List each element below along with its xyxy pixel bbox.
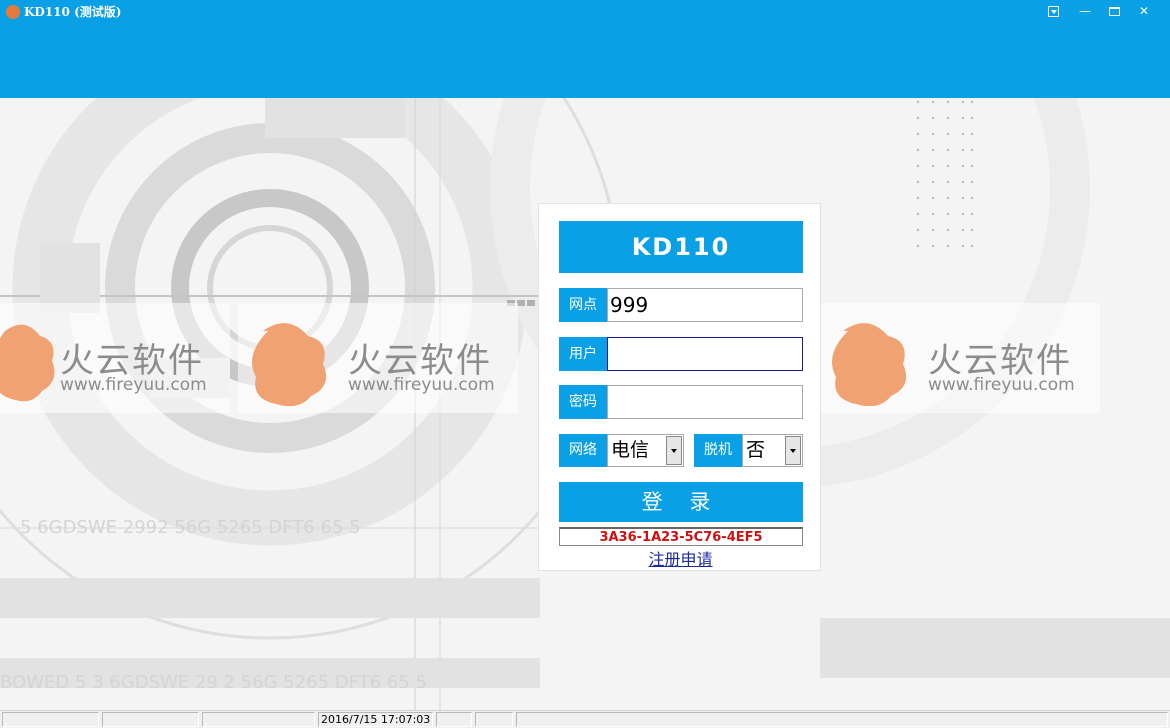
login-button[interactable]: 登 录 [559,482,803,522]
machine-code-field: 3A36-1A23-5C76-4EF5 [559,527,803,546]
watermark-url: www.fireyuu.com [348,375,495,395]
app-icon [6,5,20,19]
status-cell [102,712,199,727]
status-datetime: 2016/7/15 17:07:03 [318,712,433,727]
cloud-logo-icon [252,323,326,406]
user-input[interactable] [607,337,803,371]
minimize-button[interactable]: — [1072,2,1098,20]
system-menu-button[interactable] [1040,2,1066,20]
watermark-block: 火云软件 www.fireyuu.com [818,303,1100,413]
title-bar: KD110 (测试版) — ✕ [0,0,1170,24]
network-label: 网络 [559,434,607,467]
status-cell [516,712,1168,727]
status-cell [436,712,472,727]
network-select[interactable]: 电信 [607,434,684,467]
maximize-icon [1108,7,1120,16]
options-row: 网络 电信 脱机 否 [559,434,803,467]
chevron-down-icon[interactable] [785,436,801,465]
watermark-url: www.fireyuu.com [928,375,1075,395]
offline-label: 脱机 [694,434,742,467]
dropdown-menu-icon [1047,6,1059,17]
password-field-row: 密码 [559,385,803,419]
offline-select-value: 否 [746,439,766,461]
close-icon: ✕ [1138,4,1150,18]
minimize-icon: — [1079,4,1091,18]
window-title: KD110 (测试版) [24,5,122,19]
logo-banner: KD110 [559,221,803,273]
status-bar: 2016/7/15 17:07:03 [0,710,1170,728]
close-button[interactable]: ✕ [1131,2,1157,20]
status-cell [475,712,513,727]
status-cell [2,712,99,727]
user-field-row: 用户 [559,337,803,371]
watermark-url: www.fireyuu.com [60,375,207,395]
status-cell [202,712,315,727]
register-link[interactable]: 注册申请 [539,546,822,570]
dot-grid-decoration [916,100,974,248]
header-banner [0,24,1170,98]
background-deco-text: 5 6GDSWE 2992 56G 5265 DFT6 65 5 [20,517,361,538]
user-label: 用户 [559,337,607,371]
network-select-value: 电信 [611,439,650,461]
cloud-logo-icon [832,323,906,406]
background-deco-text: BOWED 5 3 6GDSWE 29 2 56G 5265 DFT6 65 5 [0,672,427,693]
site-field-row: 网点 999 [559,288,803,322]
site-input[interactable]: 999 [607,288,803,322]
password-input[interactable] [607,385,803,419]
maximize-button[interactable] [1101,2,1127,20]
site-label: 网点 [559,288,607,322]
offline-select[interactable]: 否 [742,434,803,467]
chevron-down-icon[interactable] [666,436,682,465]
watermark-block: 火云软件 www.fireyuu.com [238,303,518,413]
watermark-block: 火云软件 www.fireyuu.com [0,303,230,413]
login-panel: KD110 网点 999 用户 密码 网络 电信 脱机 否 登 录 3A36-1… [538,203,821,571]
cloud-logo-icon [0,324,55,402]
password-label: 密码 [559,385,607,419]
